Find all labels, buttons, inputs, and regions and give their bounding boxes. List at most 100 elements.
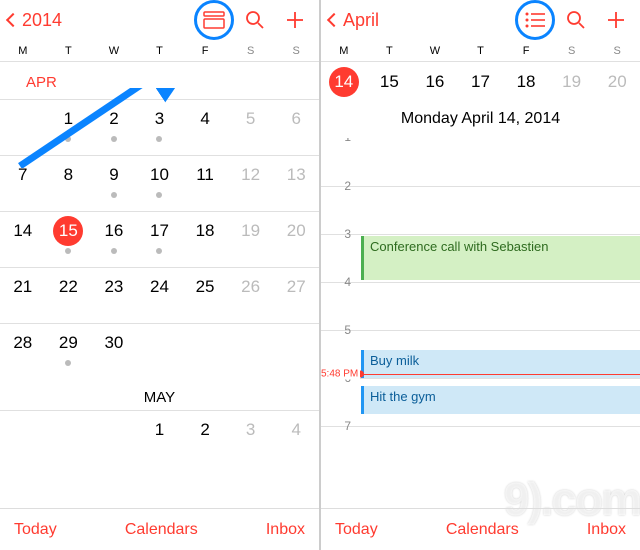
day-cell[interactable]: 18 xyxy=(182,211,228,267)
day-cell[interactable]: 20 xyxy=(273,211,319,267)
day-number: 27 xyxy=(281,272,311,302)
day-agenda[interactable]: 1234567Conference call with SebastienBuy… xyxy=(321,138,640,508)
search-icon[interactable] xyxy=(245,10,265,30)
day-cell[interactable]: 8 xyxy=(46,155,92,211)
event-dot xyxy=(111,248,117,254)
weekday-label: S xyxy=(594,40,640,62)
day-cell[interactable]: 21 xyxy=(0,267,46,323)
weekday-label: S xyxy=(549,40,595,62)
day-cell[interactable]: 9 xyxy=(91,155,137,211)
day-cell[interactable]: 19 xyxy=(228,211,274,267)
weekday-header: MTWTFSS xyxy=(321,40,640,62)
hour-row: 7 xyxy=(321,426,640,474)
day-cell[interactable]: 30 xyxy=(91,323,137,379)
back-label: 2014 xyxy=(22,10,62,31)
weekday-label: T xyxy=(137,40,183,62)
add-event-icon[interactable] xyxy=(285,10,305,30)
calendars-button[interactable]: Calendars xyxy=(125,521,198,539)
day-number: 24 xyxy=(144,272,174,302)
day-cell[interactable]: 25 xyxy=(182,267,228,323)
event-dot xyxy=(156,248,162,254)
week-day[interactable]: 17 xyxy=(458,67,504,97)
day-cell[interactable]: 17 xyxy=(137,211,183,267)
week-day[interactable]: 14 xyxy=(321,67,367,97)
calendars-button[interactable]: Calendars xyxy=(446,521,519,539)
day-cell xyxy=(46,410,92,466)
day-number: 15 xyxy=(53,216,83,246)
day-cell[interactable]: 16 xyxy=(91,211,137,267)
now-time-label: 5:48 PM xyxy=(321,369,360,380)
day-cell[interactable]: 2 xyxy=(182,410,228,466)
weekday-label: W xyxy=(412,40,458,62)
month-label: APR xyxy=(0,62,319,99)
day-cell[interactable]: 6 xyxy=(273,99,319,155)
event-block[interactable]: Conference call with Sebastien xyxy=(361,236,640,280)
day-number: 18 xyxy=(190,216,220,246)
day-cell xyxy=(91,410,137,466)
day-cell xyxy=(0,410,46,466)
week-day[interactable]: 20 xyxy=(594,67,640,97)
search-icon[interactable] xyxy=(566,10,586,30)
day-cell[interactable]: 11 xyxy=(182,155,228,211)
week-day[interactable]: 15 xyxy=(367,67,413,97)
day-number: 9 xyxy=(99,160,129,190)
add-event-icon[interactable] xyxy=(606,10,626,30)
day-cell[interactable]: 29 xyxy=(46,323,92,379)
day-cell[interactable]: 1 xyxy=(46,99,92,155)
day-number: 16 xyxy=(99,216,129,246)
back-button[interactable]: April xyxy=(329,10,518,31)
day-cell[interactable]: 7 xyxy=(0,155,46,211)
day-view-toggle-icon[interactable] xyxy=(203,11,225,29)
back-button[interactable]: 2014 xyxy=(8,10,197,31)
day-cell xyxy=(182,323,228,379)
day-cell[interactable]: 3 xyxy=(228,410,274,466)
today-button[interactable]: Today xyxy=(335,521,378,539)
day-cell[interactable]: 15 xyxy=(46,211,92,267)
day-cell[interactable]: 14 xyxy=(0,211,46,267)
day-number: 26 xyxy=(236,272,266,302)
day-number: 19 xyxy=(557,67,587,97)
week-day[interactable]: 16 xyxy=(412,67,458,97)
day-number: 4 xyxy=(281,415,311,445)
day-number: 18 xyxy=(511,67,541,97)
event-dot xyxy=(156,192,162,198)
day-number: 14 xyxy=(329,67,359,97)
day-number: 3 xyxy=(236,415,266,445)
weekday-label: S xyxy=(273,40,319,62)
week-strip: 14 151617 18 19 20 xyxy=(321,62,640,102)
inbox-button[interactable]: Inbox xyxy=(266,521,305,539)
day-number: 17 xyxy=(465,67,495,97)
day-view-pane: April MTWTFSS 14151617181920 Monday Apri… xyxy=(321,0,640,550)
day-cell[interactable]: 4 xyxy=(182,99,228,155)
event-block[interactable]: Hit the gym xyxy=(361,386,640,414)
day-cell[interactable]: 1 xyxy=(137,410,183,466)
day-number: 20 xyxy=(602,67,632,97)
day-number: 2 xyxy=(190,415,220,445)
today-button[interactable]: Today xyxy=(14,521,57,539)
month-view-pane: 2014 MTWTFSS APR 12345678910111213141516… xyxy=(0,0,319,550)
list-view-toggle-icon[interactable] xyxy=(524,11,546,29)
hour-label: 5 xyxy=(321,323,355,337)
day-cell[interactable]: 5 xyxy=(228,99,274,155)
day-cell[interactable]: 23 xyxy=(91,267,137,323)
day-cell[interactable]: 12 xyxy=(228,155,274,211)
day-cell[interactable]: 2 xyxy=(91,99,137,155)
day-cell[interactable]: 3 xyxy=(137,99,183,155)
day-number: 22 xyxy=(53,272,83,302)
day-cell[interactable]: 10 xyxy=(137,155,183,211)
day-cell[interactable]: 28 xyxy=(0,323,46,379)
day-cell[interactable]: 13 xyxy=(273,155,319,211)
event-dot xyxy=(65,248,71,254)
week-day[interactable]: 19 xyxy=(549,67,595,97)
day-cell[interactable]: 4 xyxy=(273,410,319,466)
weekday-label: M xyxy=(0,40,46,62)
day-number: 29 xyxy=(53,328,83,358)
day-cell[interactable]: 22 xyxy=(46,267,92,323)
day-cell xyxy=(0,99,46,155)
inbox-button[interactable]: Inbox xyxy=(587,521,626,539)
day-cell[interactable]: 27 xyxy=(273,267,319,323)
header-icons xyxy=(203,10,311,30)
week-day[interactable]: 18 xyxy=(503,67,549,97)
day-cell[interactable]: 24 xyxy=(137,267,183,323)
day-cell[interactable]: 26 xyxy=(228,267,274,323)
